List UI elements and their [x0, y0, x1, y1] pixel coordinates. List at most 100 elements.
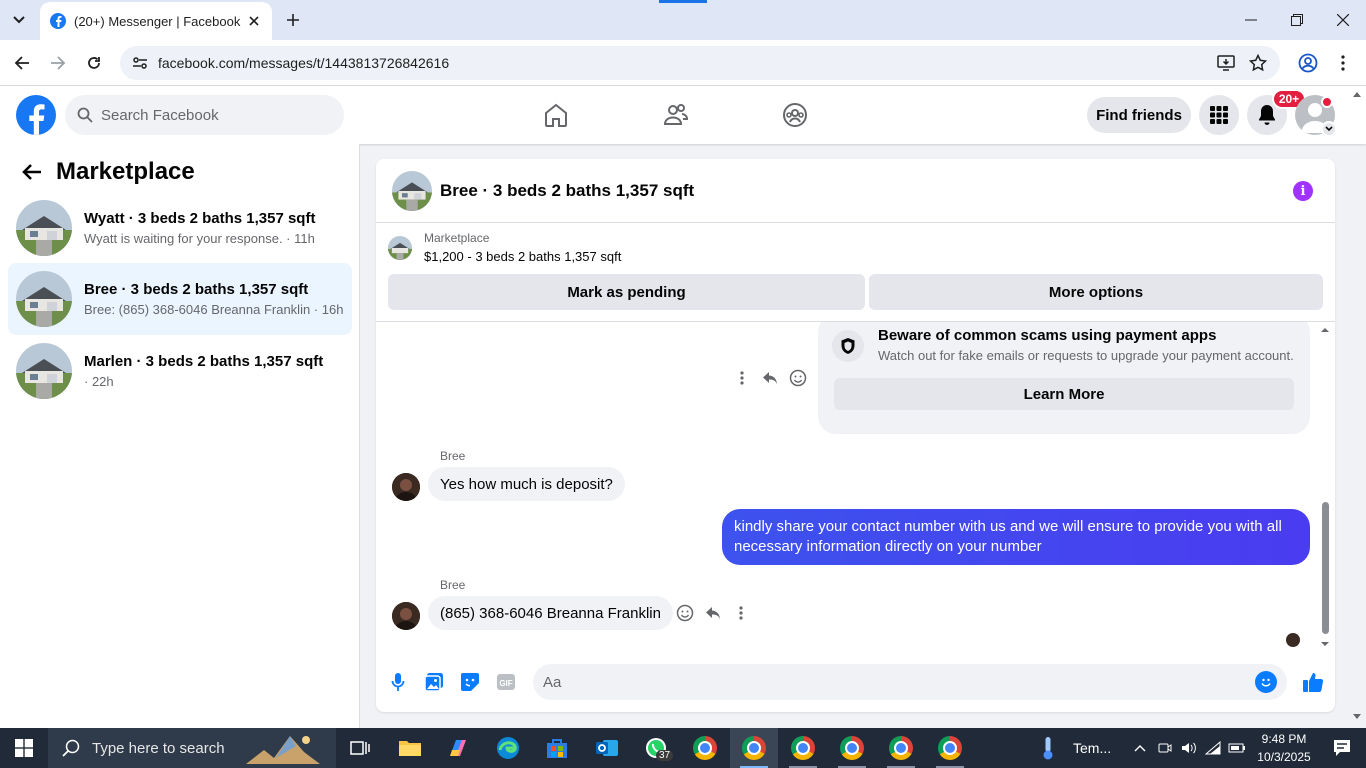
browser-menu-icon[interactable] — [1331, 51, 1355, 75]
close-window-button[interactable] — [1320, 0, 1366, 40]
network-icon[interactable] — [1202, 728, 1224, 768]
outlook-icon[interactable] — [583, 728, 631, 768]
new-tab-button[interactable] — [282, 9, 304, 31]
conversation-item-marlen[interactable]: Marlen · 3 beds 2 baths 1,357 sqft · 22h — [8, 335, 352, 407]
reload-icon — [88, 57, 100, 69]
chrome-profile-icon[interactable] — [681, 728, 729, 768]
friends-icon[interactable] — [661, 100, 691, 130]
message-actions — [728, 364, 812, 392]
scam-warning-text: Watch out for fake emails or requests to… — [878, 348, 1294, 363]
message-input[interactable]: Aa — [533, 664, 1287, 700]
forward-button[interactable] — [46, 51, 70, 75]
incoming-message[interactable]: Yes how much is deposit? — [428, 467, 625, 501]
panel-header: Marketplace — [16, 156, 195, 188]
profile-icon[interactable] — [1296, 51, 1320, 75]
restore-button[interactable] — [1274, 0, 1320, 40]
meet-now-icon[interactable] — [1154, 728, 1176, 768]
more-vertical-icon[interactable] — [727, 599, 755, 627]
reload-button[interactable] — [82, 51, 106, 75]
marketplace-listing-row[interactable]: Marketplace $1,200 - 3 beds 2 baths 1,35… — [388, 231, 621, 264]
battery-icon[interactable] — [1226, 728, 1248, 768]
scrollbar-thumb[interactable] — [1322, 502, 1329, 634]
message-list[interactable]: Beware of common scams using payment app… — [376, 322, 1335, 652]
chat-title[interactable]: Bree · 3 beds 2 baths 1,357 sqft — [440, 181, 694, 201]
house-thumbnail — [16, 343, 72, 399]
page-scroll-up-icon[interactable] — [1352, 90, 1362, 98]
more-vertical-icon[interactable] — [728, 364, 756, 392]
windows-start-icon[interactable] — [0, 728, 48, 768]
arrow-right-icon — [51, 56, 66, 70]
chrome-window-icon[interactable] — [926, 728, 974, 768]
photo-icon[interactable] — [422, 670, 446, 694]
weather-text[interactable]: Tem... — [1073, 728, 1111, 768]
emoji-icon[interactable] — [1255, 671, 1277, 693]
outgoing-message[interactable]: kindly share your contact number with us… — [722, 509, 1310, 565]
sticker-icon[interactable] — [458, 670, 482, 694]
system-clock[interactable]: 9:48 PM 10/3/2025 — [1252, 730, 1316, 766]
browser-tab-bar: (20+) Messenger | Facebook — [0, 0, 1366, 40]
site-settings-icon[interactable] — [132, 55, 148, 71]
browser-tab-messenger[interactable]: (20+) Messenger | Facebook — [40, 2, 272, 40]
account-caret-icon[interactable] — [1321, 121, 1337, 137]
task-view-icon[interactable] — [336, 728, 384, 768]
chrome-active-icon[interactable] — [730, 728, 778, 768]
info-icon[interactable]: i — [1293, 181, 1313, 201]
more-options-button[interactable]: More options — [869, 274, 1323, 310]
notification-center-icon[interactable] — [1318, 728, 1366, 768]
mark-as-pending-button[interactable]: Mark as pending — [388, 274, 865, 310]
volume-icon[interactable] — [1178, 728, 1200, 768]
minimize-button[interactable] — [1228, 0, 1274, 40]
menu-grid-icon[interactable] — [1199, 95, 1239, 135]
facebook-favicon-icon — [50, 13, 66, 29]
react-emoji-icon[interactable] — [671, 599, 699, 627]
tab-search-dropdown[interactable] — [6, 8, 32, 32]
install-app-icon[interactable] — [1214, 51, 1238, 75]
conversation-preview: Bree: (865) 368-6046 Breanna Franklin · … — [84, 302, 344, 317]
learn-more-button[interactable]: Learn More — [834, 378, 1294, 410]
edge-icon[interactable] — [484, 728, 532, 768]
home-icon[interactable] — [541, 100, 571, 130]
react-emoji-icon[interactable] — [784, 364, 812, 392]
marketplace-label: Marketplace — [424, 231, 490, 245]
copilot-icon[interactable] — [434, 728, 482, 768]
reply-icon[interactable] — [699, 599, 727, 627]
search-icon — [77, 107, 93, 123]
microphone-icon[interactable] — [386, 670, 410, 694]
taskbar-search-box[interactable]: Type here to search — [48, 728, 336, 768]
reply-icon[interactable] — [756, 364, 784, 392]
back-button[interactable] — [10, 51, 34, 75]
chrome-window-icon[interactable] — [779, 728, 827, 768]
conversation-item-bree[interactable]: Bree · 3 beds 2 baths 1,357 sqft Bree: (… — [8, 263, 352, 335]
find-friends-button[interactable]: Find friends — [1087, 97, 1191, 133]
address-bar[interactable]: facebook.com/messages/t/1443813726842616 — [120, 46, 1280, 80]
whatsapp-icon[interactable]: 37 — [632, 728, 680, 768]
conversation-item-wyatt[interactable]: Wyatt · 3 beds 2 baths 1,357 sqft Wyatt … — [8, 192, 352, 264]
whatsapp-unread-count: 37 — [656, 750, 674, 761]
bookmark-star-icon[interactable] — [1246, 51, 1270, 75]
facebook-search-input[interactable]: Search Facebook — [65, 95, 344, 135]
listing-thumbnail — [388, 235, 412, 260]
search-placeholder: Search Facebook — [101, 106, 219, 124]
page-scroll-down-icon[interactable] — [1352, 713, 1362, 721]
groups-icon[interactable] — [780, 100, 810, 130]
sender-avatar[interactable] — [392, 602, 420, 630]
incoming-message[interactable]: (865) 368-6046 Breanna Franklin — [428, 596, 673, 630]
back-arrow-icon[interactable] — [16, 156, 48, 188]
thumbs-up-icon[interactable] — [1301, 670, 1325, 694]
clock-date: 10/3/2025 — [1257, 750, 1311, 764]
windows-taskbar: Type here to search 37 Tem... 9:48 PM 10… — [0, 728, 1366, 768]
chrome-window-icon[interactable] — [877, 728, 925, 768]
facebook-logo-icon[interactable] — [16, 95, 56, 135]
close-tab-icon[interactable] — [246, 13, 262, 29]
show-hidden-icons-icon[interactable] — [1128, 728, 1152, 768]
chat-house-thumbnail[interactable] — [392, 170, 432, 211]
chrome-window-icon[interactable] — [828, 728, 876, 768]
gif-icon[interactable]: GIF — [494, 670, 518, 694]
microsoft-store-icon[interactable] — [533, 728, 581, 768]
thermometer-icon[interactable] — [1028, 728, 1068, 768]
sender-avatar[interactable] — [392, 473, 420, 501]
search-icon — [62, 739, 80, 757]
file-explorer-icon[interactable] — [386, 728, 434, 768]
tab-indicator — [659, 0, 707, 3]
chat-window: Bree · 3 beds 2 baths 1,357 sqft i Marke… — [376, 159, 1335, 712]
